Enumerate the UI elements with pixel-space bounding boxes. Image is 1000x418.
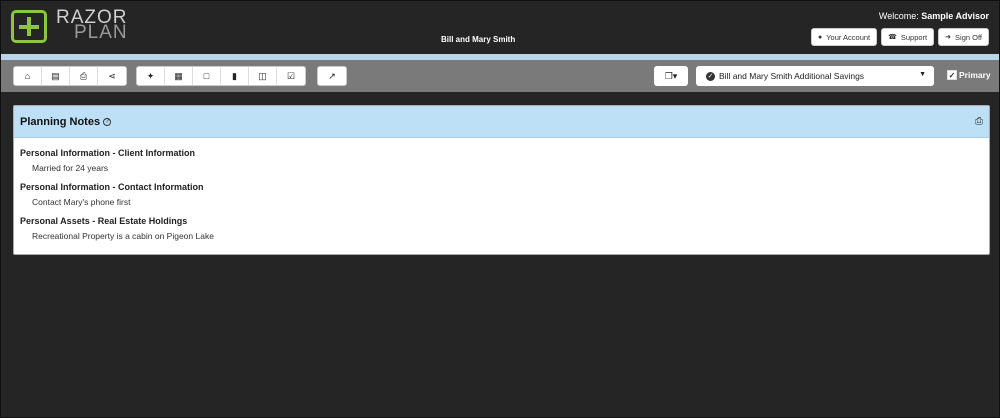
- app-header: RAZOR PLAN Bill and Mary Smith Welcome: …: [1, 1, 999, 55]
- note-icon: □: [203, 71, 210, 81]
- notes-button[interactable]: □: [193, 67, 221, 85]
- home-button[interactable]: ⌂: [14, 67, 42, 85]
- section-note: Recreational Property is a cabin on Pige…: [32, 231, 214, 241]
- scenario-selected-value: Bill and Mary Smith Additional Savings: [719, 71, 865, 81]
- primary-toggle[interactable]: ✓ Primary: [947, 70, 991, 80]
- notes-section: Personal Information - Client Informatio…: [20, 148, 983, 173]
- sign-off-label: Sign Off: [955, 32, 982, 42]
- checklist-icon: ☑: [286, 70, 296, 81]
- support-button[interactable]: ☎ Support: [881, 28, 935, 46]
- print-icon: ⎙: [79, 70, 88, 81]
- save-icon: ▤: [51, 70, 60, 81]
- notes-section: Personal Information - Contact Informati…: [20, 182, 983, 207]
- line-chart-icon: ↗: [328, 70, 336, 81]
- bar-chart-button[interactable]: ▮: [221, 67, 249, 85]
- section-note: Married for 24 years: [32, 163, 109, 173]
- columns-button[interactable]: ◫: [249, 67, 277, 85]
- phone-icon: ☎: [888, 34, 897, 41]
- toolbar: ⌂ ▤ ⎙ ⋖ ✦ ▦ □ ▮ ◫ ☑ ↗ ❐▾ ✓ Bill and Mary…: [1, 60, 999, 92]
- section-note: Contact Mary's phone first: [32, 197, 131, 207]
- checklist-button[interactable]: ☑: [277, 67, 305, 85]
- caret-down-icon: ▼: [919, 71, 926, 78]
- user-icon: ●: [817, 33, 823, 41]
- table-button[interactable]: ▦: [165, 67, 193, 85]
- save-button[interactable]: ▤: [42, 67, 70, 85]
- section-title: Personal Information - Client Informatio…: [20, 148, 196, 158]
- notes-section: Personal Assets - Real Estate Holdings R…: [20, 216, 983, 241]
- plus-logo-icon: [11, 10, 47, 43]
- share-button[interactable]: ⋖: [98, 67, 126, 85]
- panel-header: Planning Notes ? ⎙: [14, 106, 989, 138]
- primary-checkbox[interactable]: ✓: [947, 70, 957, 80]
- sign-out-icon: ➜: [945, 34, 952, 41]
- your-account-button[interactable]: ● Your Account: [810, 28, 878, 46]
- user-name: Sample Advisor: [921, 11, 989, 21]
- report-tool-group: ↗: [317, 66, 347, 86]
- home-icon: ⌂: [24, 71, 31, 81]
- table-icon: ▦: [174, 70, 183, 81]
- section-title: Personal Assets - Real Estate Holdings: [20, 216, 188, 226]
- copy-icon: ❐▾: [664, 70, 678, 81]
- line-chart-button[interactable]: ↗: [318, 67, 346, 85]
- file-tool-group: ⌂ ▤ ⎙ ⋖: [13, 66, 127, 86]
- wand-icon: ✦: [146, 70, 155, 81]
- columns-icon: ◫: [258, 70, 267, 81]
- help-icon[interactable]: ?: [103, 117, 112, 126]
- bar-chart-icon: ▮: [232, 70, 237, 81]
- planning-tool-group: ✦ ▦ □ ▮ ◫ ☑: [136, 66, 306, 86]
- planning-notes-panel: Planning Notes ? ⎙ Personal Information …: [13, 105, 990, 255]
- welcome-label: Welcome:: [878, 11, 919, 21]
- sign-off-button[interactable]: ➜ Sign Off: [938, 28, 989, 46]
- support-label: Support: [900, 32, 928, 42]
- copy-scenario-dropdown[interactable]: ❐▾: [654, 66, 688, 86]
- panel-title: Planning Notes: [20, 115, 101, 128]
- check-circle-icon: ✓: [706, 71, 715, 81]
- primary-label: Primary: [959, 70, 991, 80]
- panel-body: Personal Information - Client Informatio…: [14, 138, 989, 260]
- wizard-button[interactable]: ✦: [137, 67, 165, 85]
- share-icon: ⋖: [108, 70, 116, 81]
- razorplan-logo[interactable]: RAZOR PLAN: [11, 8, 128, 43]
- section-title: Personal Information - Contact Informati…: [20, 182, 204, 192]
- print-notes-icon[interactable]: ⎙: [975, 116, 983, 127]
- welcome-text: Welcome: Sample Advisor: [879, 11, 989, 21]
- print-button[interactable]: ⎙: [70, 67, 98, 85]
- scenario-select[interactable]: ✓ Bill and Mary Smith Additional Savings…: [696, 66, 934, 86]
- client-name: Bill and Mary Smith: [441, 35, 516, 44]
- your-account-label: Your Account: [826, 32, 871, 42]
